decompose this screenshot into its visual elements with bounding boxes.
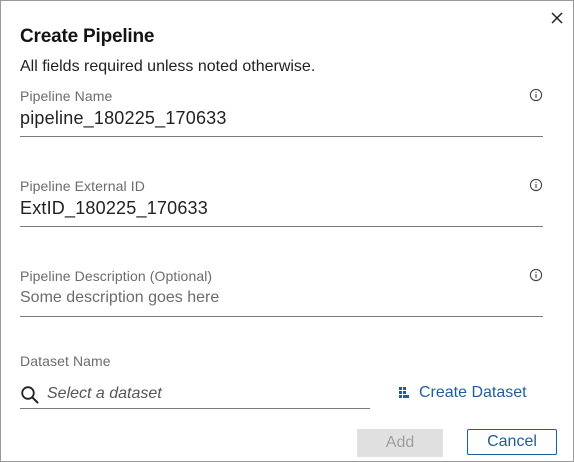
create-dataset-link[interactable]: Create Dataset [398, 384, 527, 402]
dialog-subtitle: All fields required unless noted otherwi… [20, 58, 316, 75]
external-id-label: Pipeline External ID [20, 178, 145, 194]
dataset-search-placeholder: Select a dataset [47, 385, 162, 402]
description-label: Pipeline Description (Optional) [20, 268, 213, 284]
search-icon [21, 386, 39, 404]
dialog-title: Create Pipeline [20, 26, 155, 47]
dataset-search-input[interactable]: Select a dataset [20, 381, 370, 409]
external-id-underline [20, 226, 543, 227]
info-icon[interactable] [529, 88, 543, 102]
create-pipeline-dialog: Create Pipeline All fields required unle… [0, 0, 574, 462]
dataset-name-label: Dataset Name [20, 353, 111, 369]
description-field[interactable]: Pipeline Description (Optional) Some des… [20, 268, 543, 318]
dataset-icon [399, 387, 409, 398]
pipeline-name-label: Pipeline Name [20, 88, 113, 104]
close-icon[interactable] [551, 12, 563, 24]
pipeline-name-input[interactable]: pipeline_180225_170633 [20, 108, 227, 129]
external-id-field[interactable]: Pipeline External ID ExtID_180225_170633 [20, 178, 543, 228]
dataset-name-field: Dataset Name [20, 353, 543, 373]
pipeline-name-underline [20, 136, 543, 137]
cancel-button[interactable]: Cancel [467, 429, 557, 455]
external-id-input[interactable]: ExtID_180225_170633 [20, 198, 208, 219]
description-input[interactable]: Some description goes here [20, 289, 219, 307]
description-underline [20, 316, 543, 317]
add-button[interactable]: Add [357, 429, 443, 457]
create-dataset-label: Create Dataset [419, 384, 527, 401]
info-icon[interactable] [529, 178, 543, 192]
info-icon[interactable] [529, 268, 543, 282]
dataset-search-underline [20, 408, 370, 409]
pipeline-name-field[interactable]: Pipeline Name pipeline_180225_170633 [20, 88, 543, 138]
close-button[interactable] [546, 7, 568, 29]
